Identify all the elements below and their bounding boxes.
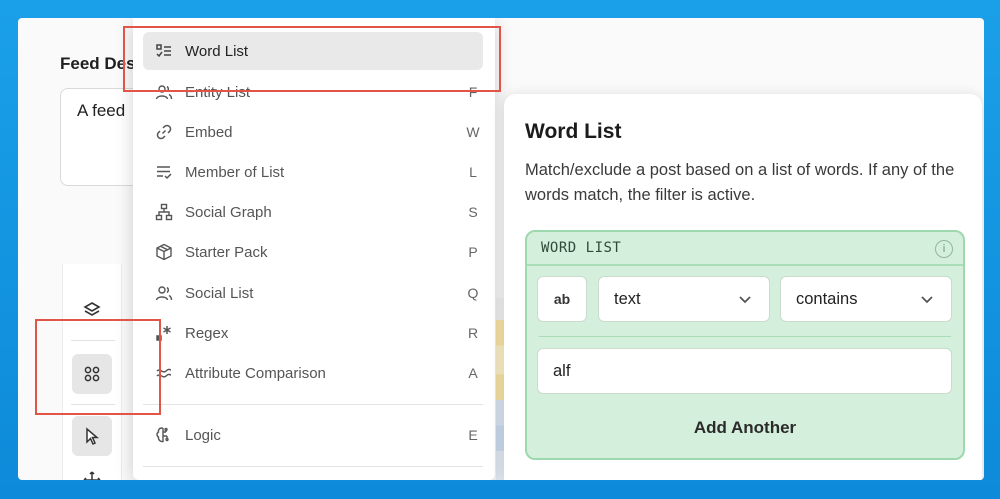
word-list-header: WORD LIST i xyxy=(527,232,963,266)
word-list-divider xyxy=(539,336,951,337)
blocks-tool-button[interactable] xyxy=(72,354,112,394)
block-type-menu: Word List Entity List F Embed W Member o… xyxy=(133,18,495,480)
link-icon xyxy=(153,121,175,143)
add-another-button[interactable]: Add Another xyxy=(527,418,963,438)
editor-toolbar xyxy=(62,264,122,480)
menu-item-attribute-comparison[interactable]: Attribute Comparison A xyxy=(143,354,483,392)
package-icon xyxy=(153,241,175,263)
pointer-tool-button[interactable] xyxy=(72,416,112,456)
menu-item-regex[interactable]: Regex R xyxy=(143,314,483,352)
operator-select[interactable]: contains xyxy=(780,276,952,322)
regex-icon xyxy=(153,322,175,344)
shortcut-key: W xyxy=(466,124,480,140)
menu-item-label: Social List xyxy=(185,284,254,302)
field-select[interactable]: text xyxy=(598,276,770,322)
shortcut-key: P xyxy=(468,244,478,260)
list-check-icon xyxy=(153,161,175,183)
menu-item-label: Word List xyxy=(185,42,249,60)
app-window: Feed Des A feed Word List Entity List F xyxy=(18,18,984,480)
layers-tool-button[interactable] xyxy=(72,290,112,330)
shortcut-key: R xyxy=(467,325,479,341)
menu-item-label: Social Graph xyxy=(185,203,272,221)
word-list-detail-panel: Word List Match/exclude a post based on … xyxy=(504,94,982,480)
panel-description: Match/exclude a post based on a list of … xyxy=(525,161,955,204)
approx-icon xyxy=(153,362,175,384)
type-badge-button[interactable]: ab xyxy=(537,276,587,322)
layers-icon xyxy=(83,302,101,316)
menu-item-starter-pack[interactable]: Starter Pack P xyxy=(143,233,483,271)
menu-divider xyxy=(143,466,483,467)
menu-item-label: Logic xyxy=(185,426,221,444)
feed-description-value: A feed xyxy=(77,101,126,120)
operator-select-value: contains xyxy=(796,289,858,308)
users-icon xyxy=(153,282,175,304)
menu-item-label: Embed xyxy=(185,123,233,141)
feed-description-label: Feed Des xyxy=(60,54,136,73)
toolbar-divider xyxy=(71,404,115,405)
users-icon xyxy=(153,81,175,103)
shortcut-key: E xyxy=(468,427,478,443)
menu-divider xyxy=(143,404,483,405)
move-tool-button[interactable] xyxy=(72,460,112,480)
menu-item-label: Regex xyxy=(185,324,229,342)
word-list-icon xyxy=(153,40,175,62)
menu-item-embed[interactable]: Embed W xyxy=(143,113,483,151)
word-input[interactable]: alf xyxy=(537,348,952,394)
word-input-value: alf xyxy=(553,361,571,380)
info-icon[interactable]: i xyxy=(935,240,953,258)
menu-item-label: Entity List xyxy=(185,83,251,101)
word-list-header-label: WORD LIST xyxy=(541,240,622,256)
menu-item-logic[interactable]: Logic E xyxy=(143,416,483,454)
menu-item-social-list[interactable]: Social List Q xyxy=(143,274,483,312)
move-icon xyxy=(83,471,101,480)
shortcut-key: L xyxy=(469,164,477,180)
panel-title: Word List xyxy=(525,120,622,143)
blocks-icon xyxy=(84,366,100,382)
shortcut-key: A xyxy=(468,365,478,381)
menu-item-word-list[interactable]: Word List xyxy=(143,32,483,70)
shortcut-key: F xyxy=(468,84,478,100)
menu-item-member-of-list[interactable]: Member of List L xyxy=(143,153,483,191)
menu-item-label: Member of List xyxy=(185,163,285,181)
menu-item-entity-list[interactable]: Entity List F xyxy=(143,73,483,111)
menu-item-label: Starter Pack xyxy=(185,243,268,261)
network-icon xyxy=(153,201,175,223)
word-list-block: WORD LIST i ab text contains alf Add Ano… xyxy=(525,230,965,460)
menu-item-label: Attribute Comparison xyxy=(185,364,326,382)
pointer-icon xyxy=(86,427,100,446)
shortcut-key: Q xyxy=(467,285,479,301)
shortcut-key: S xyxy=(468,204,478,220)
brain-icon xyxy=(153,424,175,446)
chevron-down-icon xyxy=(921,296,933,304)
toolbar-divider xyxy=(71,340,115,341)
chevron-down-icon xyxy=(739,296,751,304)
menu-item-social-graph[interactable]: Social Graph S xyxy=(143,193,483,231)
type-badge-label: ab xyxy=(553,291,571,307)
field-select-value: text xyxy=(614,289,641,308)
